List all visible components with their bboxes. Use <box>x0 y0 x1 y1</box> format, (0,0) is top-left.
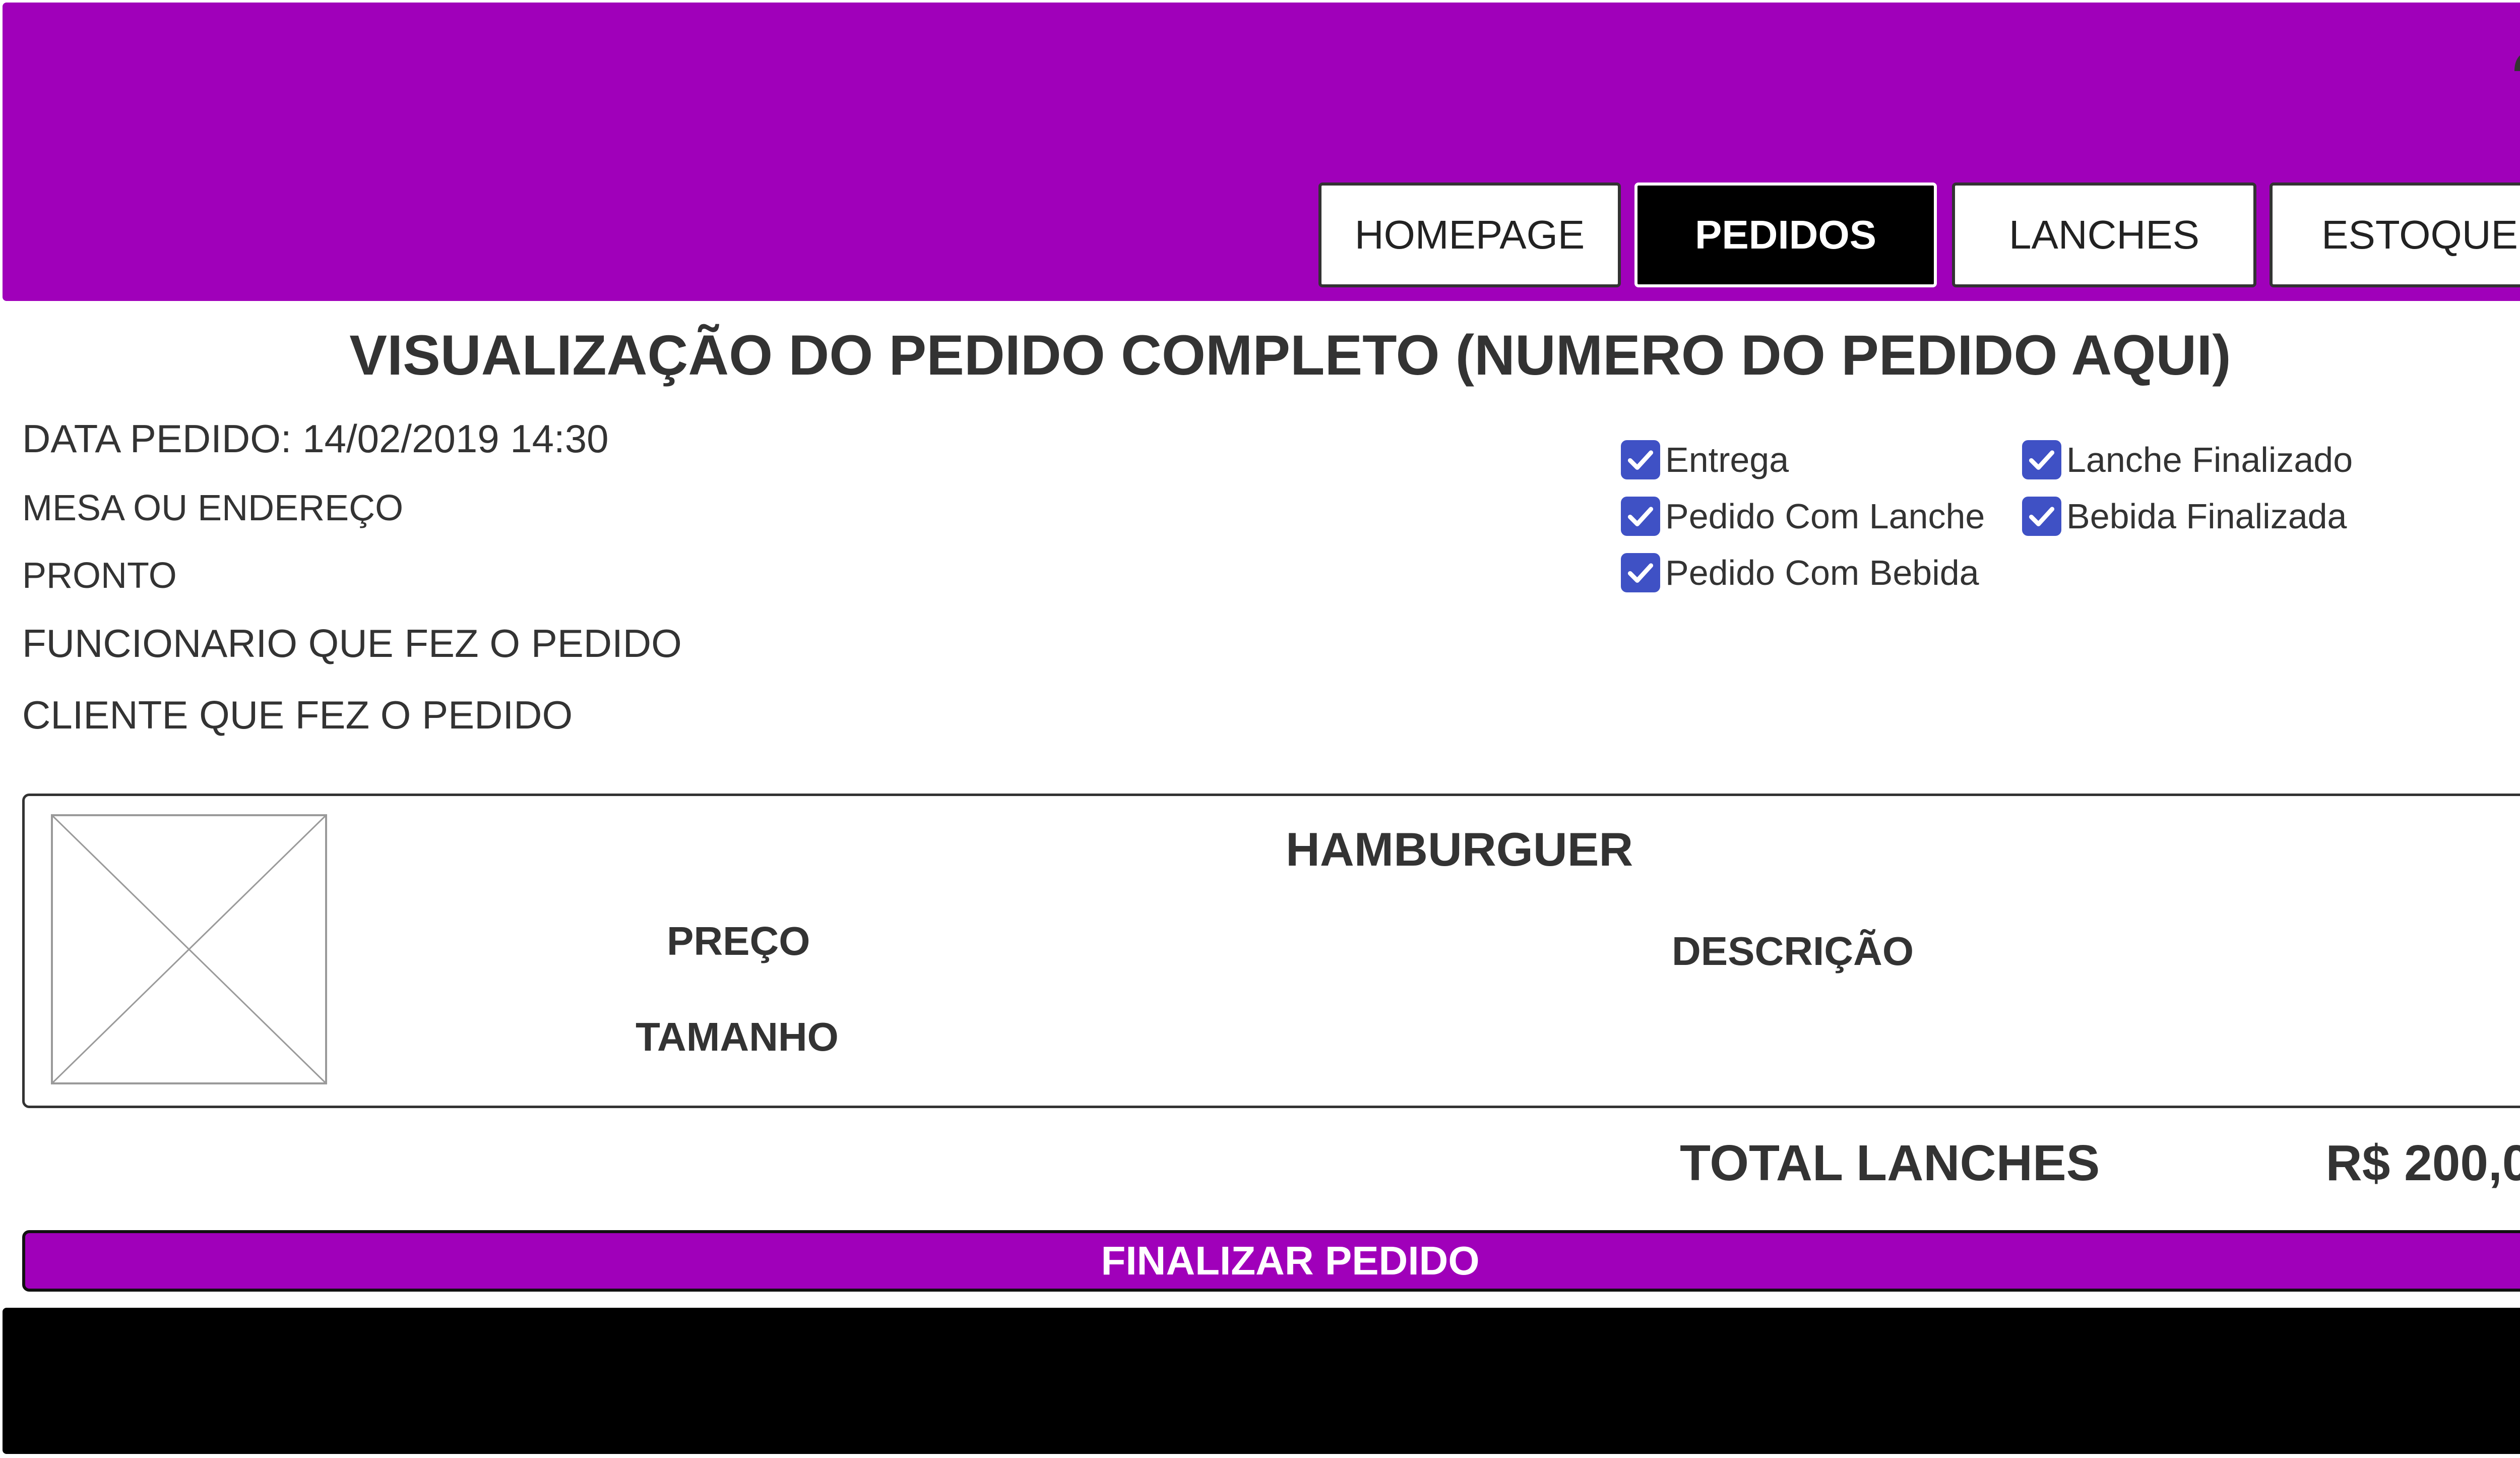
checkbox-label: Bebida Finalizada <box>2066 497 2347 536</box>
checkbox-lanche-finalizado[interactable]: Lanche Finalizado <box>2022 440 2353 480</box>
tab-estoque[interactable]: ESTOQUE <box>2270 183 2520 287</box>
order-status: PRONTO <box>22 556 177 596</box>
product-size: TAMANHO <box>636 1014 839 1059</box>
product-card[interactable]: HAMBURGUER PREÇO TAMANHO DESCRIÇÃO <box>22 794 2520 1108</box>
checkbox-checked-icon[interactable] <box>2022 440 2061 479</box>
order-date: DATA PEDIDO: 14/02/2019 14:30 <box>22 416 609 461</box>
tab-pedidos[interactable]: PEDIDOS <box>1634 183 1937 287</box>
checkbox-label: Pedido Com Lanche <box>1665 497 1985 536</box>
page-title: VISUALIZAÇÃO DO PEDIDO COMPLETO (NUMERO … <box>349 324 2231 387</box>
image-placeholder-icon <box>51 814 327 1084</box>
checkbox-label: Pedido Com Bebida <box>1665 553 1979 592</box>
checkbox-bebida-finalizada[interactable]: Bebida Finalizada <box>2022 496 2347 536</box>
checkbox-label: Lanche Finalizado <box>2066 440 2353 479</box>
product-price: PREÇO <box>667 919 810 963</box>
checkbox-checked-icon[interactable] <box>2022 497 2061 536</box>
checkbox-checked-icon[interactable] <box>1621 440 1660 479</box>
checkbox-pedido-com-lanche[interactable]: Pedido Com Lanche <box>1621 496 1985 536</box>
checkbox-label: Entrega <box>1665 440 1789 479</box>
total-value: R$ 200,00 <box>2325 1135 2520 1191</box>
finalize-order-button[interactable]: FINALIZAR PEDIDO <box>22 1230 2520 1292</box>
checkbox-pedido-com-bebida[interactable]: Pedido Com Bebida <box>1621 553 1979 593</box>
tab-homepage[interactable]: HOMEPAGE <box>1318 183 1621 287</box>
page: HOMEPAGE PEDIDOS LANCHES ESTOQUE VISUALI… <box>0 0 2520 1458</box>
tab-lanches[interactable]: LANCHES <box>1952 183 2256 287</box>
order-employee: FUNCIONARIO QUE FEZ O PEDIDO <box>22 621 682 665</box>
order-customer: CLIENTE QUE FEZ O PEDIDO <box>22 693 573 737</box>
checkbox-checked-icon[interactable] <box>1621 497 1660 536</box>
checkbox-checked-icon[interactable] <box>1621 553 1660 592</box>
order-address: MESA OU ENDEREÇO <box>22 488 404 528</box>
product-name: HAMBURGUER <box>1286 823 1633 876</box>
product-description: DESCRIÇÃO <box>1672 929 1914 974</box>
checkbox-entrega[interactable]: Entrega <box>1621 440 1789 480</box>
footer-bar <box>3 1308 2520 1454</box>
user-account-icon[interactable] <box>2512 21 2520 86</box>
total-label: TOTAL LANCHES <box>1680 1135 2100 1191</box>
